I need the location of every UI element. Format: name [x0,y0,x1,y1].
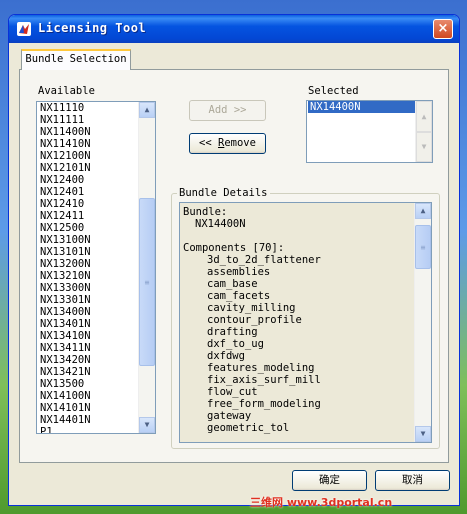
scroll-up-arrow-icon[interactable]: ▲ [139,102,155,118]
bundle-label: Bundle: [183,206,228,218]
site-watermark: 三维网 www.3dportal.cn [250,496,393,509]
tab-bundle-selection[interactable]: Bundle Selection [21,49,131,70]
available-list-item[interactable]: NX13200N [38,258,138,270]
ok-button[interactable]: 确定 [292,470,367,491]
selected-listbox[interactable]: NX14400N ▲ ▼ [306,100,433,163]
available-label: Available [38,85,95,97]
available-list-item[interactable]: NX12500 [38,222,138,234]
component-item: cavity_milling [207,302,296,314]
component-item: features_modeling [207,362,315,374]
available-list-item[interactable]: NX11111 [38,114,138,126]
available-list-item[interactable]: NX11400N [38,126,138,138]
title-bar[interactable]: Licensing Tool × [9,15,459,43]
bundle-details-title: Bundle Details [177,187,270,199]
component-item: free_form_modeling [207,398,321,410]
selected-label: Selected [308,85,359,97]
scroll-up-arrow-icon[interactable]: ▲ [415,203,431,219]
component-item: contour_profile [207,314,302,326]
available-list-item[interactable]: NX12401 [38,186,138,198]
available-list-item[interactable]: NX13100N [38,234,138,246]
scroll-down-arrow-icon[interactable]: ▼ [416,132,432,162]
component-item: cam_base [207,278,258,290]
available-list-item[interactable]: NX12411 [38,210,138,222]
component-item: 3d_to_2d_flattener [207,254,321,266]
available-list-item[interactable]: NX13401N [38,318,138,330]
remove-button[interactable]: << Remove [189,133,266,154]
available-list-item[interactable]: NX12101N [38,162,138,174]
component-item: dxf_to_ug [207,338,264,350]
available-list-item[interactable]: NX13410N [38,330,138,342]
available-list-item[interactable]: NX13210N [38,270,138,282]
scroll-down-arrow-icon[interactable]: ▼ [415,426,431,442]
remove-suffix: emove [224,137,256,149]
selected-scrollbar[interactable]: ▲ ▼ [415,101,432,162]
cancel-button[interactable]: 取消 [375,470,450,491]
scroll-thumb[interactable]: ≡ [139,198,155,366]
details-scrollbar[interactable]: ▲ ≡ ▼ [414,203,431,442]
component-item: geometric_tol [207,422,290,434]
component-item: drafting [207,326,258,338]
components-label: Components [70]: [183,242,285,254]
component-item: fix_axis_surf_mill [207,374,321,386]
selected-list-item[interactable]: NX14400N [308,101,415,113]
available-list-item[interactable]: NX13411N [38,342,138,354]
component-item: dxfdwg [207,350,245,362]
scroll-down-arrow-icon[interactable]: ▼ [139,417,155,433]
available-list-item[interactable]: P1 [38,426,138,433]
remove-prefix: << [199,137,219,149]
available-list-item[interactable]: NX11410N [38,138,138,150]
scroll-up-arrow-icon[interactable]: ▲ [416,101,432,132]
available-list-item[interactable]: NX13421N [38,366,138,378]
available-list-item[interactable]: NX13400N [38,306,138,318]
available-scrollbar[interactable]: ▲ ≡ ▼ [138,102,155,433]
bundle-details-content: Bundle: NX14400N Components [70]: 3d_to_… [183,206,413,434]
available-list-item[interactable]: NX12400 [38,174,138,186]
licensing-tool-icon [17,22,31,36]
component-item: flow_cut [207,386,258,398]
licensing-tool-window: Licensing Tool × Bundle Selection Availa… [8,14,460,506]
available-list-item[interactable]: NX11110 [38,102,138,114]
available-list-item[interactable]: NX13101N [38,246,138,258]
close-button[interactable]: × [433,19,453,39]
components-list: 3d_to_2d_flattener assemblies cam_base cam_… [183,254,413,434]
component-item: cam_facets [207,290,271,302]
bundle-name: NX14400N [195,218,246,230]
window-title: Licensing Tool [38,21,147,35]
available-items: NX11110 NX11111 NX11400N NX11410N NX12100N NX… [38,102,138,433]
component-item: assemblies [207,266,271,278]
available-list-item[interactable]: NX14100N [38,390,138,402]
available-list-item[interactable]: NX12410 [38,198,138,210]
available-list-item[interactable]: NX13420N [38,354,138,366]
component-item: gateway [207,410,252,422]
selected-items: NX14400N [308,101,415,113]
available-list-item[interactable]: NX14101N [38,402,138,414]
add-button[interactable]: Add >> [189,100,266,121]
available-list-item[interactable]: NX13300N [38,282,138,294]
available-listbox[interactable]: NX11110 NX11111 NX11400N NX11410N NX12100N NX… [36,101,156,434]
available-list-item[interactable]: NX13301N [38,294,138,306]
available-list-item[interactable]: NX14401N [38,414,138,426]
available-list-item[interactable]: NX13500 [38,378,138,390]
bundle-details-textarea[interactable]: Bundle: NX14400N Components [70]: 3d_to_… [179,202,432,443]
scroll-thumb[interactable]: ≡ [415,225,431,269]
available-list-item[interactable]: NX12100N [38,150,138,162]
close-icon: × [437,21,449,36]
